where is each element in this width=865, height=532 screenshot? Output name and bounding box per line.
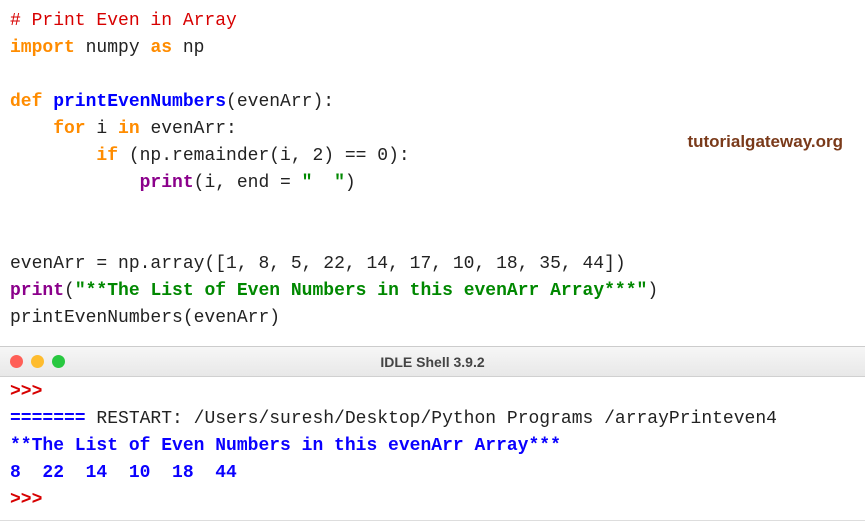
string: " ": [302, 173, 345, 193]
code-line-7: print(i, end = " "): [10, 170, 855, 197]
shell-prompt[interactable]: >>>: [10, 487, 855, 514]
kw-def: def: [10, 92, 42, 112]
idle-shell-window: IDLE Shell 3.9.2 >>> ======= RESTART: /U…: [0, 346, 865, 521]
blank-line: [10, 62, 855, 89]
txt: np: [172, 38, 204, 58]
kw-if: if: [10, 146, 118, 166]
kw-import: import: [10, 38, 75, 58]
prompt-marker: >>>: [10, 382, 42, 402]
prompt-marker: >>>: [10, 490, 53, 510]
blank-line: [10, 224, 855, 251]
string: "**The List of Even Numbers in this even…: [75, 281, 648, 301]
nums: 1, 8, 5, 22, 14, 17, 10, 18, 35, 44: [226, 254, 604, 274]
minimize-icon[interactable]: [31, 355, 44, 368]
shell-output-line-1: **The List of Even Numbers in this evenA…: [10, 433, 855, 460]
txt: i: [86, 119, 118, 139]
shell-output[interactable]: >>> ======= RESTART: /Users/suresh/Deskt…: [0, 377, 865, 520]
code-line-4: def printEvenNumbers(evenArr):: [10, 89, 855, 116]
txt: evenArr = np.array([: [10, 254, 226, 274]
txt: ):: [388, 146, 410, 166]
builtin-print: print: [140, 173, 194, 193]
txt: ): [647, 281, 658, 301]
shell-prompt: >>>: [10, 379, 855, 406]
kw-as: as: [150, 38, 172, 58]
code-line-11: print("**The List of Even Numbers in thi…: [10, 278, 855, 305]
window-titlebar[interactable]: IDLE Shell 3.9.2: [0, 347, 865, 377]
txt: (np.remainder(i,: [118, 146, 312, 166]
func-name: printEvenNumbers: [42, 92, 226, 112]
num: 2: [312, 146, 323, 166]
restart-path: RESTART: /Users/suresh/Desktop/Python Pr…: [96, 409, 777, 429]
separator: =======: [10, 409, 96, 429]
blank-line: [10, 197, 855, 224]
txt: ): [345, 173, 356, 193]
close-icon[interactable]: [10, 355, 23, 368]
txt: ]): [604, 254, 626, 274]
output-text: **The List of Even Numbers in this evenA…: [10, 436, 561, 456]
output-text: 8 22 14 10 18 44: [10, 463, 237, 483]
code-editor: # Print Even in Array import numpy as np…: [0, 0, 865, 332]
builtin-print: print: [10, 281, 64, 301]
txt: evenArr:: [140, 119, 237, 139]
window-title: IDLE Shell 3.9.2: [0, 354, 865, 370]
txt: numpy: [75, 38, 151, 58]
maximize-icon[interactable]: [52, 355, 65, 368]
code-line-1: # Print Even in Array: [10, 8, 855, 35]
traffic-lights: [10, 355, 65, 368]
num: 0: [377, 146, 388, 166]
txt: (: [64, 281, 75, 301]
txt: ) ==: [323, 146, 377, 166]
watermark: tutorialgateway.org: [687, 132, 843, 152]
code-line-2: import numpy as np: [10, 35, 855, 62]
indent: [10, 173, 140, 193]
shell-restart-line: ======= RESTART: /Users/suresh/Desktop/P…: [10, 406, 855, 433]
comment: # Print Even in Array: [10, 11, 237, 31]
txt: (evenArr):: [226, 92, 334, 112]
shell-output-line-2: 8 22 14 10 18 44: [10, 460, 855, 487]
txt: printEvenNumbers(evenArr): [10, 308, 280, 328]
kw-for: for: [10, 119, 86, 139]
code-line-12: printEvenNumbers(evenArr): [10, 305, 855, 332]
code-line-10: evenArr = np.array([1, 8, 5, 22, 14, 17,…: [10, 251, 855, 278]
txt: (i, end =: [194, 173, 302, 193]
kw-in: in: [118, 119, 140, 139]
